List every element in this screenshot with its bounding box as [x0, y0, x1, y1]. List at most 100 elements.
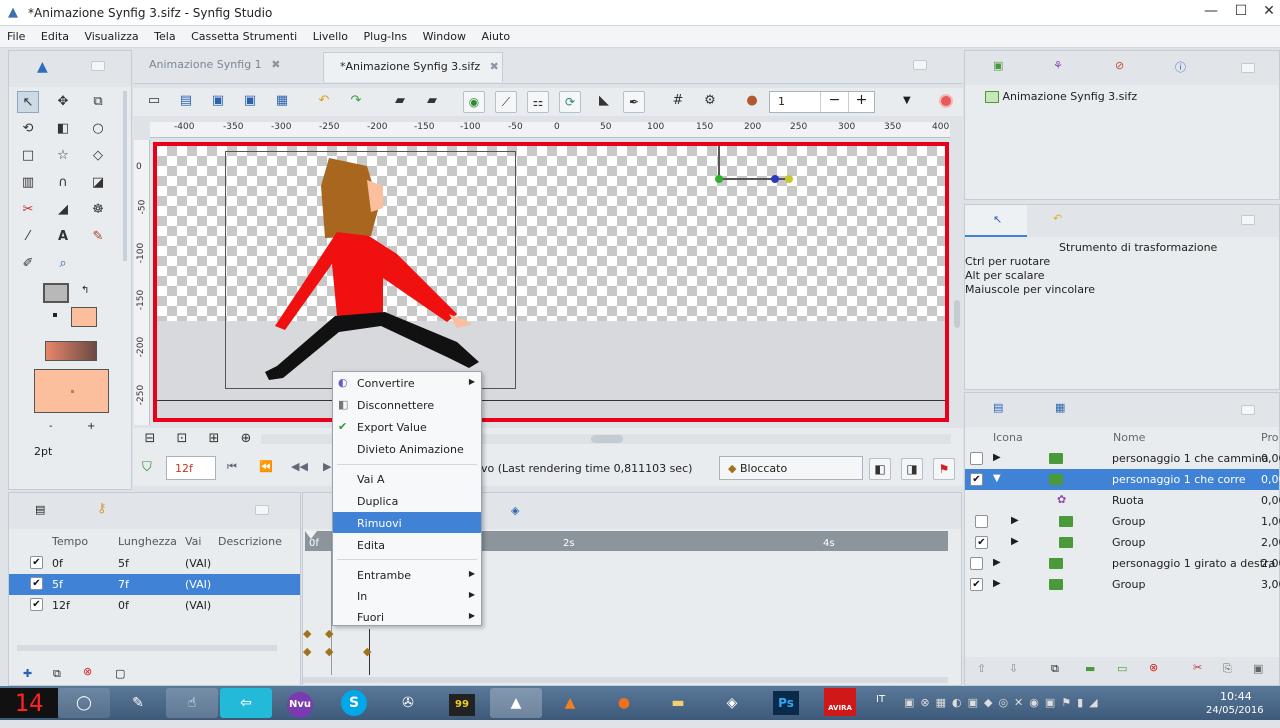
- layer-visibility-checkbox[interactable]: [975, 515, 988, 528]
- column-header[interactable]: Descrizione: [218, 535, 282, 548]
- layer-visibility-checkbox[interactable]: [970, 557, 983, 570]
- layer-visibility-checkbox[interactable]: ✔: [970, 578, 983, 591]
- maximize-button[interactable]: ☐: [1226, 0, 1256, 22]
- scale-tool-icon[interactable]: ⧉: [87, 91, 109, 113]
- taskbar-app-dropbox[interactable]: ◈: [706, 688, 758, 718]
- render-icon[interactable]: ▰: [389, 90, 411, 112]
- zoom-value[interactable]: 1: [778, 95, 785, 108]
- keyframe-active-checkbox[interactable]: ✔: [30, 577, 43, 590]
- expand-arrow-icon[interactable]: ▶: [993, 557, 1001, 568]
- add-keyframe-icon[interactable]: ✚: [23, 667, 32, 680]
- expand-arrow-icon[interactable]: ▶: [1011, 515, 1019, 526]
- keyframe-row[interactable]: ✔ 0f 5f (VAI): [9, 553, 300, 574]
- toggle-bone-icon[interactable]: ◣: [593, 90, 615, 112]
- info-tab-icon[interactable]: ⓘ: [1175, 59, 1186, 75]
- zoom-100-icon[interactable]: ⊡: [171, 428, 193, 450]
- menu-item-convertire[interactable]: ◐ Convertire ▶: [333, 372, 481, 393]
- layer-visibility-checkbox[interactable]: ✔: [970, 473, 983, 486]
- zoom-out-icon[interactable]: ⊕: [235, 428, 257, 450]
- outline-color-swatch[interactable]: [43, 283, 69, 303]
- system-tray[interactable]: ▣⊗▦◐▣◆◎✕◉▣⚑▮◢: [904, 696, 1160, 712]
- cutout-tool-icon[interactable]: ✂: [17, 199, 39, 221]
- past-keyframes-lock-icon[interactable]: ◧: [869, 458, 891, 480]
- menu-visualizza[interactable]: Visualizza: [79, 26, 143, 43]
- spline-tool-icon[interactable]: ∩: [52, 172, 74, 194]
- keyframes-scrollbar[interactable]: [17, 645, 277, 651]
- canvas-browser-item[interactable]: Animazione Synfig 3.sifz: [985, 90, 1137, 103]
- taskbar-app-explorer[interactable]: ▬: [652, 688, 704, 718]
- zoom-tool-icon[interactable]: ⌕: [52, 253, 74, 275]
- rotate-tool-icon[interactable]: ⟲: [17, 118, 39, 140]
- sets-tab-icon[interactable]: ▦: [1055, 401, 1065, 414]
- animation-mode-icon[interactable]: ⛉: [142, 460, 152, 475]
- library-tab-icon[interactable]: ⚘: [1053, 59, 1063, 72]
- toggle-tangent-handles-icon[interactable]: ⚏: [527, 91, 549, 113]
- polygon-tool-icon[interactable]: ◇: [87, 145, 109, 167]
- menu-item-vai-a[interactable]: Vai A: [333, 468, 481, 489]
- taskbar-app-99[interactable]: 99: [436, 688, 488, 718]
- layer-row[interactable]: ✔ ▶ Group 3,00: [965, 574, 1280, 595]
- menu-file[interactable]: File: [2, 26, 30, 43]
- taskbar-app-avira[interactable]: AVIRA: [814, 688, 866, 718]
- layer-row[interactable]: ✿ Ruota 0,00: [965, 490, 1280, 511]
- minimize-button[interactable]: —: [1196, 0, 1226, 22]
- snap-grid-icon[interactable]: ⚙: [699, 90, 721, 112]
- eyedrop-tool-icon[interactable]: ⁄: [17, 226, 39, 248]
- layers-tab-icon[interactable]: ▤: [993, 401, 1003, 414]
- taskbar-app-firefox[interactable]: ●: [598, 688, 650, 718]
- keyframes-tab-icon[interactable]: ⚷: [97, 501, 107, 516]
- keyframe-active-checkbox[interactable]: ✔: [30, 598, 43, 611]
- layer-row[interactable]: ▶ personaggio 1 che cammina 0,00: [965, 448, 1280, 469]
- fill-color-swatch[interactable]: [71, 307, 97, 327]
- close-button[interactable]: ✕: [1254, 0, 1280, 22]
- panel-handle[interactable]: [1241, 63, 1255, 73]
- taskbar-app-paint[interactable]: ✎: [112, 688, 164, 718]
- record-icon[interactable]: [939, 94, 953, 108]
- keyframe-properties-icon[interactable]: ▢: [115, 667, 125, 680]
- menu-item-edita[interactable]: Edita: [333, 534, 481, 555]
- menu-window[interactable]: Window: [418, 26, 471, 43]
- keyframe-row[interactable]: ✔ 12f 0f (VAI): [9, 595, 300, 616]
- waypoint-icon[interactable]: ◆: [325, 627, 333, 640]
- zoom-plus-button[interactable]: +: [848, 92, 874, 112]
- expand-arrow-icon[interactable]: ▼: [993, 473, 1001, 484]
- width-tool-icon[interactable]: ◢: [52, 199, 74, 221]
- redo-icon[interactable]: ↷: [345, 90, 367, 112]
- layer-row[interactable]: ▶ Group 1,00: [965, 511, 1280, 532]
- menu-plugins[interactable]: Plug-Ins: [359, 26, 413, 43]
- future-keyframes-lock-icon[interactable]: ◨: [901, 458, 923, 480]
- menu-aiuto[interactable]: Aiuto: [476, 26, 515, 43]
- column-header[interactable]: Icona: [993, 431, 1023, 444]
- toggle-handles-icon[interactable]: ◉: [463, 91, 485, 113]
- delete-layer-icon[interactable]: ⊗: [1149, 661, 1158, 674]
- lower-layer-icon[interactable]: ⇩: [1009, 662, 1018, 675]
- transform-tool-icon[interactable]: ↖: [17, 91, 39, 113]
- tab-close-icon[interactable]: ✖: [271, 58, 280, 71]
- tab-animazione-synfig-3[interactable]: *Animazione Synfig 3.sifz ✖: [323, 52, 503, 82]
- navigator-tab-icon[interactable]: ⊘: [1115, 59, 1124, 72]
- taskbar-app-skype[interactable]: S: [328, 688, 380, 718]
- toolbox-scrollbar[interactable]: [123, 91, 127, 261]
- gradient-tool-icon[interactable]: ▥: [17, 172, 39, 194]
- taskbar-app-vlc[interactable]: ▲: [544, 688, 596, 718]
- seek-prev-keyframe-icon[interactable]: ⏪: [259, 460, 273, 473]
- zoom-spinner[interactable]: 1 − +: [769, 91, 875, 113]
- transform-handles[interactable]: [707, 146, 797, 190]
- layer-row[interactable]: ▶ personaggio 1 girato a destra 2,00: [965, 553, 1280, 574]
- keyframe-active-checkbox[interactable]: ✔: [30, 556, 43, 569]
- menu-item-in[interactable]: In ▶: [333, 585, 481, 606]
- sketch-tool-icon[interactable]: ✐: [17, 253, 39, 275]
- raise-layer-icon[interactable]: ⇧: [977, 662, 986, 675]
- taskbar-app-cursor[interactable]: ☝: [166, 688, 218, 718]
- menu-cassetta-strumenti[interactable]: Cassetta Strumenti: [186, 26, 302, 43]
- save-as-icon[interactable]: ▣: [239, 90, 261, 112]
- animation-mode-toggle-icon[interactable]: ⚑: [933, 458, 955, 480]
- keyframe-row[interactable]: ✔ 5f 7f (VAI): [9, 574, 300, 595]
- zoom-minus-button[interactable]: −: [820, 92, 848, 112]
- rectangle-tool-icon[interactable]: □: [17, 145, 39, 167]
- grid-icon[interactable]: #: [667, 90, 689, 112]
- clock-date[interactable]: 24/05/2016: [1206, 705, 1264, 716]
- taskbar-app-film[interactable]: ✇: [382, 688, 434, 718]
- ungroup-layer-icon[interactable]: ▭: [1117, 662, 1127, 675]
- new-file-icon[interactable]: ▭: [143, 90, 165, 112]
